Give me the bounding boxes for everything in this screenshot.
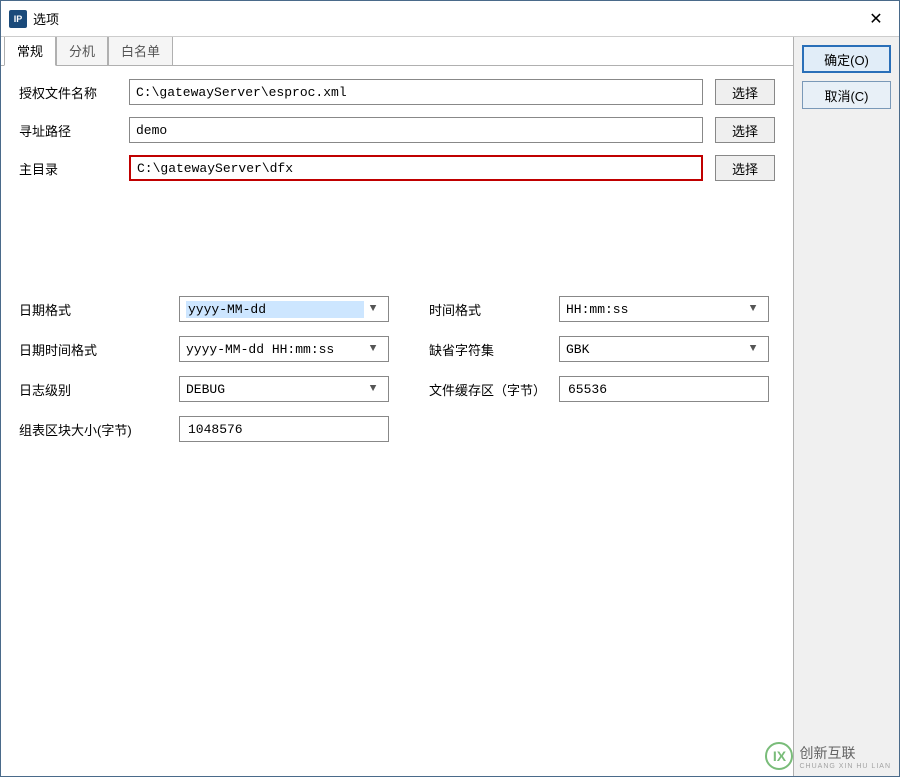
close-button[interactable]: ✕ [853,1,899,37]
label-log-level: 日志级别 [19,380,179,399]
main-dir-input[interactable] [129,155,703,181]
tab-label: 分机 [69,44,95,59]
block-size-input-wrap[interactable] [179,416,389,442]
file-buffer-input-wrap[interactable] [559,376,769,402]
time-format-value: HH:mm:ss [566,302,744,317]
watermark-subtext: CHUANG XIN HU LIAN [799,763,891,770]
watermark-icon: IX [765,742,793,770]
date-format-combo[interactable]: yyyy-MM-dd ▼ [179,296,389,322]
label-block-size: 组表区块大小(字节) [19,420,179,439]
log-level-combo[interactable]: DEBUG ▼ [179,376,389,402]
file-buffer-input[interactable] [566,381,762,398]
label-search-path: 寻址路径 [19,121,129,140]
chevron-down-icon: ▼ [744,303,762,315]
label-datetime-format: 日期时间格式 [19,340,179,359]
window-title: 选项 [33,9,59,28]
titlebar: IP 选项 ✕ [1,1,899,37]
label-license-file: 授权文件名称 [19,83,129,102]
label-time-format: 时间格式 [429,300,559,319]
chevron-down-icon: ▼ [364,383,382,395]
tab-extension[interactable]: 分机 [56,37,108,65]
tab-general[interactable]: 常规 [4,37,56,66]
chevron-down-icon: ▼ [364,343,382,355]
browse-main-dir-button[interactable]: 选择 [715,155,775,181]
close-icon: ✕ [869,9,882,29]
tab-label: 常规 [17,44,43,59]
watermark: IX 创新互联 CHUANG XIN HU LIAN [765,742,891,770]
tab-whitelist[interactable]: 白名单 [108,37,173,65]
tab-label: 白名单 [121,44,160,59]
search-path-input[interactable] [129,117,703,143]
ok-button[interactable]: 确定(O) [802,45,891,73]
default-charset-combo[interactable]: GBK ▼ [559,336,769,362]
license-file-input[interactable] [129,79,703,105]
options-dialog: IP 选项 ✕ 常规 分机 白名单 授 [0,0,900,777]
label-main-dir: 主目录 [19,159,129,178]
main-panel: 常规 分机 白名单 授权文件名称 选择 寻址路径 [1,37,794,776]
time-format-combo[interactable]: HH:mm:ss ▼ [559,296,769,322]
tab-strip: 常规 分机 白名单 [1,38,793,66]
app-icon: IP [9,10,27,28]
watermark-text: 创新互联 [799,743,891,763]
cancel-button[interactable]: 取消(C) [802,81,891,109]
date-format-value: yyyy-MM-dd [186,301,364,318]
chevron-down-icon: ▼ [744,343,762,355]
datetime-format-combo[interactable]: yyyy-MM-dd HH:mm:ss ▼ [179,336,389,362]
tab-content-general: 授权文件名称 选择 寻址路径 选择 主目录 选择 [1,65,793,776]
label-date-format: 日期格式 [19,300,179,319]
label-file-buffer: 文件缓存区（字节） [429,380,559,399]
browse-search-path-button[interactable]: 选择 [715,117,775,143]
browse-license-button[interactable]: 选择 [715,79,775,105]
chevron-down-icon: ▼ [364,303,382,315]
action-panel: 确定(O) 取消(C) [794,37,899,776]
block-size-input[interactable] [186,421,382,438]
log-level-value: DEBUG [186,382,364,397]
default-charset-value: GBK [566,342,744,357]
datetime-format-value: yyyy-MM-dd HH:mm:ss [186,342,364,357]
label-default-charset: 缺省字符集 [429,340,559,359]
